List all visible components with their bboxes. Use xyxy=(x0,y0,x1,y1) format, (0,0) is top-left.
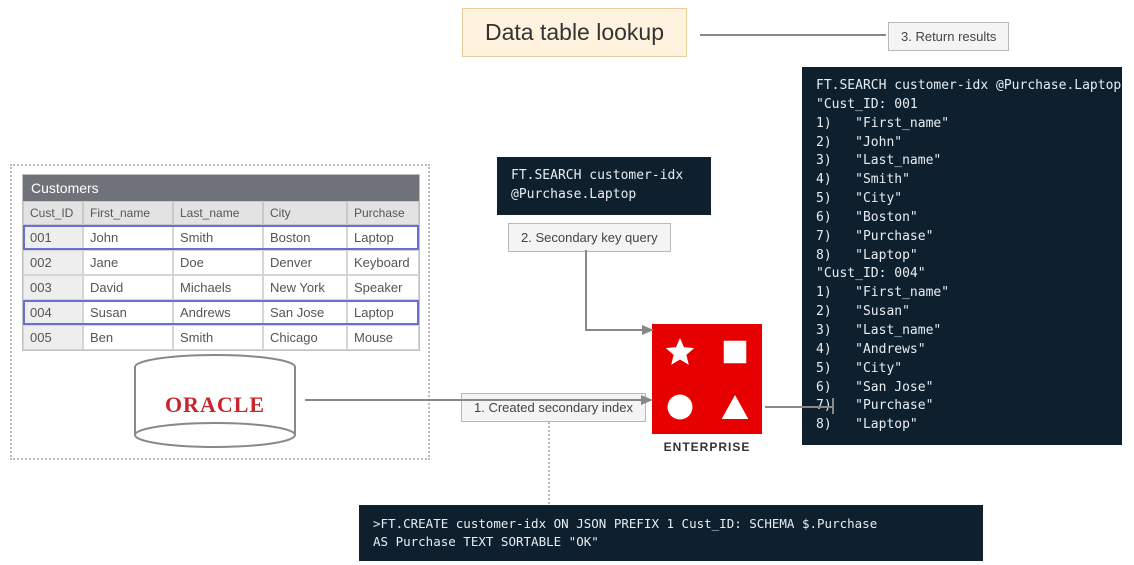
col-first-name: First_name xyxy=(83,201,173,225)
table-title: Customers xyxy=(23,175,419,201)
table-row: 004 Susan Andrews San Jose Laptop xyxy=(23,300,419,325)
oracle-label: ORACLE xyxy=(140,392,290,418)
connector xyxy=(700,30,890,40)
step-3-label: 3. Return results xyxy=(888,22,1009,51)
table-row: 001 John Smith Boston Laptop xyxy=(23,225,419,250)
col-cust-id: Cust_ID xyxy=(23,201,83,225)
square-icon xyxy=(720,337,750,367)
arrow-query-to-redis xyxy=(580,250,660,350)
table-row: 005 Ben Smith Chicago Mouse xyxy=(23,325,419,350)
connector-dotted xyxy=(548,422,550,504)
redis-enterprise-icon xyxy=(652,324,762,434)
diagram-title: Data table lookup xyxy=(462,8,687,57)
col-last-name: Last_name xyxy=(173,201,263,225)
step-1-label: 1. Created secondary index xyxy=(461,393,646,422)
col-city: City xyxy=(263,201,347,225)
secondary-key-query-code: FT.SEARCH customer-idx @Purchase.Laptop xyxy=(497,157,711,215)
customers-table: Customers Cust_ID First_name Last_name C… xyxy=(22,174,420,351)
star-icon xyxy=(663,335,697,369)
redis-label: ENTERPRISE xyxy=(652,440,762,454)
triangle-icon xyxy=(719,391,751,423)
table-row: 002 Jane Doe Denver Keyboard xyxy=(23,250,419,275)
table-header: Cust_ID First_name Last_name City Purcha… xyxy=(23,201,419,225)
circle-icon xyxy=(665,392,695,422)
create-index-code: >FT.CREATE customer-idx ON JSON PREFIX 1… xyxy=(359,505,983,561)
step-2-label: 2. Secondary key query xyxy=(508,223,671,252)
return-results-code: FT.SEARCH customer-idx @Purchase.Laptop … xyxy=(802,67,1122,445)
col-purchase: Purchase xyxy=(347,201,419,225)
table-row: 003 David Michaels New York Speaker xyxy=(23,275,419,300)
